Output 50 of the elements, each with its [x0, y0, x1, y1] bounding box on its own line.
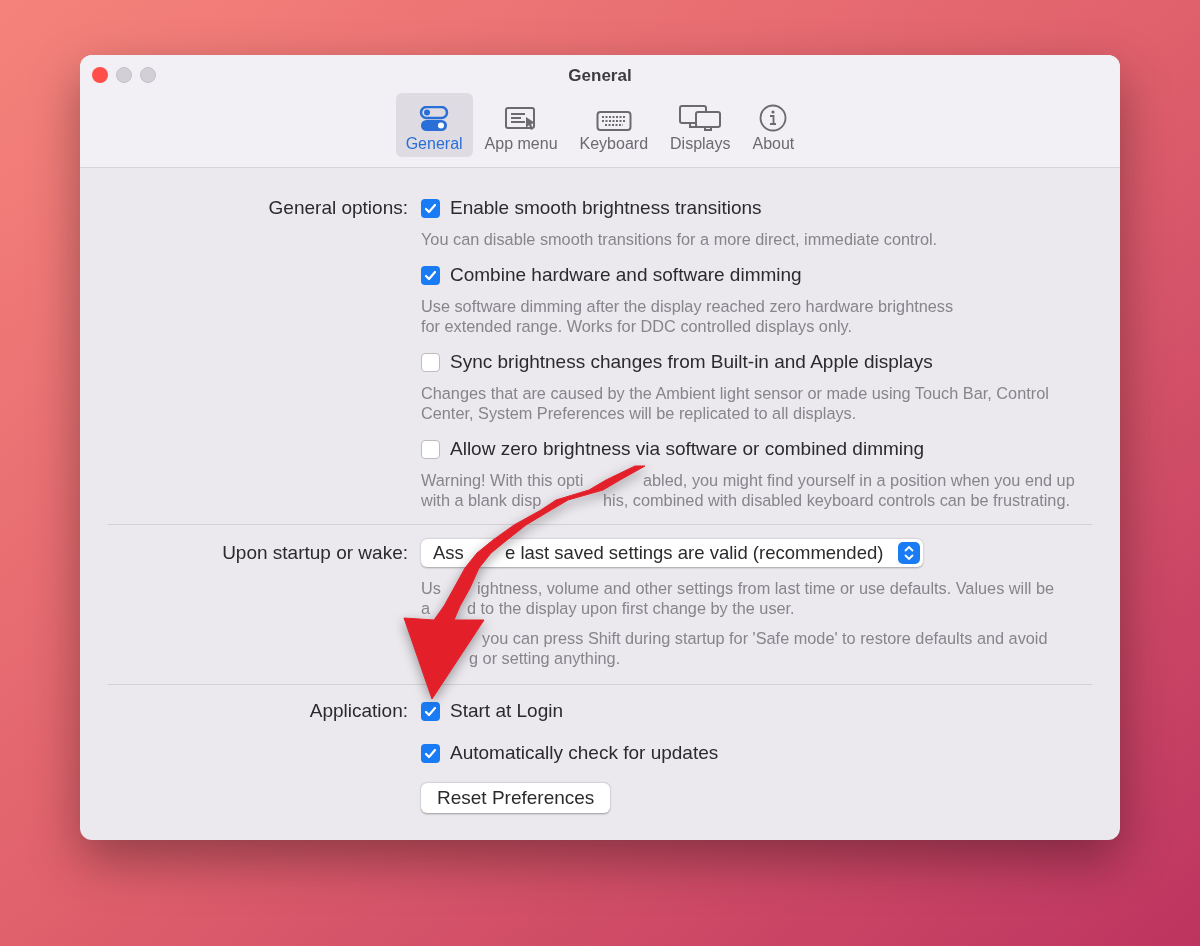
checkmark-icon: [424, 201, 437, 215]
info-icon: [759, 103, 788, 132]
help-text: d to the display upon first change by the user.: [467, 598, 795, 618]
help-text: Changes that are caused by the Ambient light sensor or made using Touch Bar, Control: [421, 382, 1049, 404]
minimize-button[interactable]: [116, 67, 132, 83]
help-text: Us: [421, 577, 441, 599]
help-text: Warning! With this opti: [421, 469, 584, 491]
toolbar-tab[interactable]: App menu: [474, 92, 568, 157]
checkbox-option[interactable]: Enable smooth brightness transitions: [421, 194, 1049, 222]
reset-button[interactable]: Reset Preferences: [421, 783, 611, 813]
stepper-icon: [898, 542, 920, 564]
checkbox-option[interactable]: Allow zero brightness via software or combined dimming: [421, 435, 1049, 463]
help-text: g or setting anything.: [469, 648, 621, 668]
checkmark-icon: [424, 268, 437, 282]
dropdown[interactable]: Ass e last saved settings are valid (recommended): [421, 539, 923, 567]
help-text: his, combined with disabled keyboard controls can be frustrating.: [603, 490, 1070, 510]
toolbar-tab[interactable]: About: [742, 92, 805, 157]
checkbox-option[interactable]: Start at Login: [421, 697, 719, 725]
checkmark-icon: [424, 746, 437, 760]
checkbox[interactable]: [421, 439, 440, 459]
section-label: Application:: [309, 699, 408, 723]
checkbox[interactable]: [421, 743, 440, 763]
help-text: for extended range. Works for DDC controlled displays only.: [421, 315, 853, 337]
help-text: you can press Shift during startup for 'Safe mode' to restore defaults and avoid: [482, 628, 1048, 648]
checkbox[interactable]: [421, 352, 440, 372]
checkbox[interactable]: [421, 265, 440, 285]
checkbox-option[interactable]: Combine hardware and software dimming: [421, 261, 1049, 289]
section-label: General options:: [268, 196, 408, 220]
toolbar-tab[interactable]: Displays: [660, 92, 741, 157]
toggle-icon: [419, 105, 450, 132]
help-text: abled, you might find yourself in a position when you end up: [643, 470, 1075, 490]
help-text: You can disable smooth transitions for a more direct, immediate control.: [421, 228, 938, 250]
toolbar-tab[interactable]: General: [395, 92, 473, 157]
keyboard-icon: [595, 109, 632, 132]
help-text: Use software dimming after the display reached zero hardware brightness: [421, 295, 954, 317]
help-text: a: [421, 597, 431, 619]
checkbox[interactable]: [421, 701, 440, 721]
checkbox-option[interactable]: Sync brightness changes from Built-in and Apple displays: [421, 348, 1049, 376]
section-label: Upon startup or wake:: [222, 541, 408, 565]
checkbox[interactable]: [421, 198, 440, 218]
window-title: General: [568, 65, 632, 87]
help-text: with a blank disp: [421, 489, 542, 511]
checkmark-icon: [424, 704, 437, 718]
help-text: Center, System Preferences will be replicated to all displays.: [421, 402, 857, 424]
displays-icon: [678, 103, 723, 132]
zoom-button[interactable]: [140, 67, 156, 83]
checkbox-option[interactable]: Automatically check for updates: [421, 739, 719, 767]
close-button[interactable]: [92, 67, 108, 83]
toolbar-tab[interactable]: Keyboard: [569, 92, 659, 157]
help-text: ightness, volume and other settings from last time or use defaults. Values will be: [477, 578, 1055, 598]
